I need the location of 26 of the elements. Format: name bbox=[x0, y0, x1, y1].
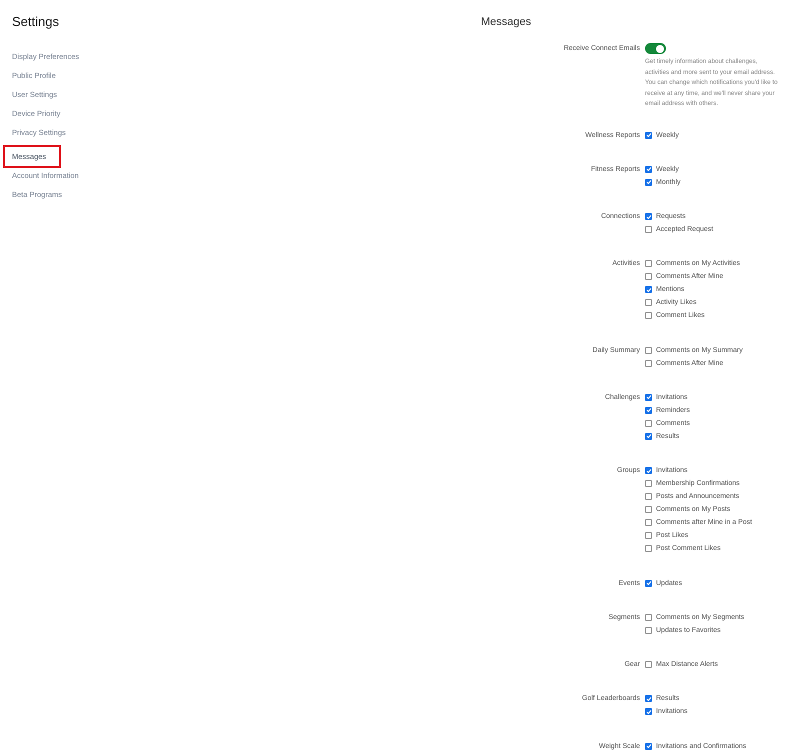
checkbox[interactable] bbox=[645, 360, 652, 367]
checkbox[interactable] bbox=[645, 260, 652, 268]
checkbox[interactable] bbox=[645, 480, 652, 488]
checkbox[interactable] bbox=[645, 286, 652, 294]
checkbox[interactable] bbox=[645, 545, 652, 552]
checkbox[interactable] bbox=[645, 394, 652, 401]
checkbox[interactable] bbox=[645, 432, 652, 440]
checkbox[interactable] bbox=[645, 420, 652, 427]
email-toggle[interactable] bbox=[645, 43, 666, 54]
checkbox[interactable] bbox=[645, 708, 652, 716]
sidebar-title: Settings bbox=[12, 14, 60, 30]
checkbox[interactable] bbox=[645, 695, 652, 702]
checkbox[interactable] bbox=[645, 506, 652, 514]
checkbox[interactable] bbox=[645, 273, 652, 280]
checkbox[interactable] bbox=[645, 626, 652, 634]
page-title: Messages bbox=[481, 15, 532, 30]
checkbox[interactable] bbox=[645, 226, 652, 234]
checkbox[interactable] bbox=[645, 299, 652, 306]
checkbox[interactable] bbox=[645, 406, 652, 414]
checkbox[interactable] bbox=[645, 519, 652, 526]
checkbox[interactable] bbox=[645, 493, 652, 500]
checkbox[interactable] bbox=[645, 532, 652, 540]
checkbox[interactable] bbox=[645, 614, 652, 621]
checkbox[interactable] bbox=[645, 346, 652, 354]
checkbox[interactable] bbox=[645, 312, 652, 320]
checkbox[interactable] bbox=[645, 661, 652, 668]
